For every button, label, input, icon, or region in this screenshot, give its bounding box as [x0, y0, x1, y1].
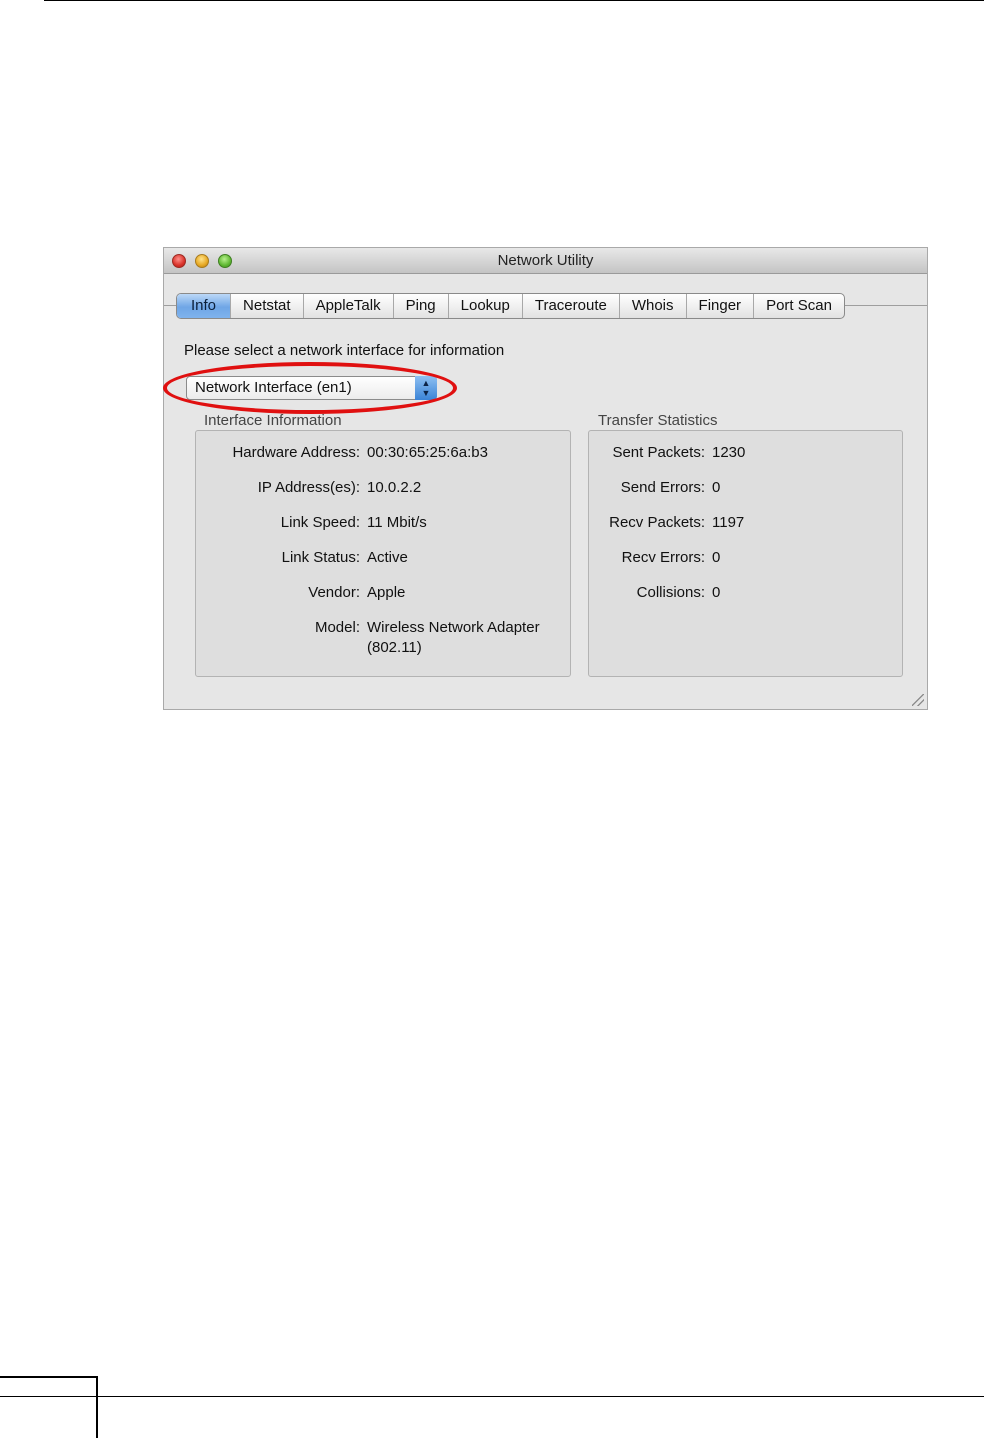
tab-bar: Info Netstat AppleTalk Ping Lookup Trace… [176, 293, 845, 319]
transfer-stats-group: Sent Packets: 1230 Send Errors: 0 Recv P… [588, 430, 903, 677]
tab-info[interactable]: Info [177, 294, 231, 318]
page-bottom-rule [0, 1396, 984, 1397]
tab-whois[interactable]: Whois [618, 294, 686, 318]
tab-port-scan[interactable]: Port Scan [753, 294, 844, 318]
highlight-ellipse [163, 362, 457, 414]
interface-info-title: Interface Information [204, 412, 342, 429]
close-button[interactable] [172, 254, 186, 268]
interface-info-group: Hardware Address: 00:30:65:25:6a:b3 IP A… [195, 430, 571, 677]
titlebar: Network Utility [164, 248, 927, 274]
page-top-rule [44, 0, 984, 1]
tab-appletalk[interactable]: AppleTalk [302, 294, 393, 318]
page-number-box [0, 1376, 98, 1438]
tab-traceroute[interactable]: Traceroute [521, 294, 619, 318]
tab-netstat[interactable]: Netstat [230, 294, 303, 318]
tab-lookup[interactable]: Lookup [447, 294, 522, 318]
tab-ping[interactable]: Ping [392, 294, 448, 318]
resize-grip-icon[interactable] [912, 694, 924, 706]
minimize-button[interactable] [195, 254, 209, 268]
interface-prompt: Please select a network interface for in… [184, 342, 505, 359]
window-title: Network Utility [497, 252, 594, 269]
transfer-stats-title: Transfer Statistics [598, 412, 718, 429]
network-utility-window: Network Utility Info Netstat AppleTalk P… [163, 247, 928, 710]
zoom-button[interactable] [218, 254, 232, 268]
tab-finger[interactable]: Finger [685, 294, 754, 318]
